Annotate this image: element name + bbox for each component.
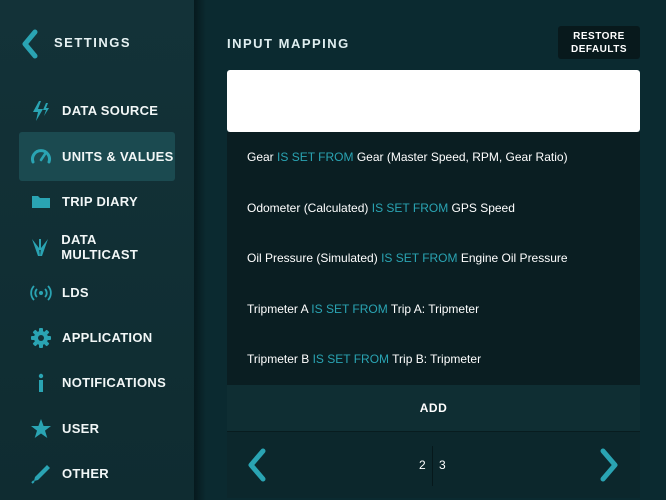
sidebar-item-lds[interactable]: LDS <box>19 268 175 317</box>
star-icon <box>19 404 62 453</box>
broadcast-icon <box>19 268 62 317</box>
sidebar-item-label: LDS <box>62 285 89 300</box>
sidebar-item-label: USER <box>62 421 100 436</box>
mapping-list: Gear IS SET FROM Gear (Master Speed, RPM… <box>227 132 640 385</box>
restore-label-line1: RESTORE <box>573 30 625 42</box>
mapping-keyword: IS SET FROM <box>312 352 390 366</box>
mapping-target: Tripmeter B <box>247 352 310 366</box>
mapping-keyword: IS SET FROM <box>311 302 388 316</box>
sidebar-item-application[interactable]: APPLICATION <box>19 313 175 362</box>
chevron-left-icon[interactable] <box>245 447 269 483</box>
sidebar-item-label: APPLICATION <box>62 330 153 345</box>
sidebar-item-trip-diary[interactable]: TRIP DIARY <box>19 177 175 226</box>
folder-icon <box>19 177 62 226</box>
list-item[interactable]: Odometer (Calculated) IS SET FROM GPS Sp… <box>227 183 640 233</box>
mapping-source: Trip B: Tripmeter <box>392 352 482 366</box>
mapping-keyword: IS SET FROM <box>277 150 354 164</box>
sidebar-item-label: NOTIFICATIONS <box>62 375 167 390</box>
sidebar-item-label: DATA SOURCE <box>62 103 159 118</box>
sidebar-item-data-multicast[interactable]: DATA MULTICAST <box>19 222 175 271</box>
pen-icon <box>19 449 62 498</box>
sidebar-item-label: DATA MULTICAST <box>61 231 139 262</box>
mapping-target: Tripmeter A <box>247 302 308 316</box>
sidebar-item-units-values[interactable]: UNITS & VALUES <box>19 132 175 181</box>
sidebar-item-other[interactable]: OTHER <box>19 449 175 498</box>
list-item[interactable]: Gear IS SET FROM Gear (Master Speed, RPM… <box>227 132 640 182</box>
chevron-right-icon[interactable] <box>597 447 621 483</box>
mapping-target: Odometer (Calculated) <box>247 201 369 215</box>
search-input[interactable] <box>227 70 640 132</box>
sidebar-title: SETTINGS <box>54 35 132 50</box>
sidebar-item-data-source[interactable]: DATA SOURCE <box>19 86 175 135</box>
mapping-keyword: IS SET FROM <box>381 251 458 265</box>
sidebar-item-label: UNITS & VALUES <box>62 149 174 164</box>
gear-icon <box>19 313 62 362</box>
info-icon <box>19 358 62 407</box>
multicast-icon <box>19 222 61 271</box>
back-arrow-icon[interactable] <box>20 29 40 59</box>
pager-divider <box>432 446 433 486</box>
mapping-source: Engine Oil Pressure <box>460 251 568 265</box>
list-item[interactable]: Oil Pressure (Simulated) IS SET FROM Eng… <box>227 233 640 283</box>
mapping-source: GPS Speed <box>451 201 515 215</box>
page-title: INPUT MAPPING <box>227 36 350 51</box>
mapping-keyword: IS SET FROM <box>371 201 449 215</box>
mapping-target: Oil Pressure (Simulated) <box>247 251 378 265</box>
restore-defaults-button[interactable]: RESTORE DEFAULTS <box>558 26 640 59</box>
sidebar: SETTINGS DATA SOURCE UNITS & VALUES TRIP… <box>0 0 194 500</box>
gauge-icon <box>19 132 62 181</box>
list-item[interactable]: Tripmeter B IS SET FROM Trip B: Tripmete… <box>227 334 640 384</box>
mapping-source: Gear (Master Speed, RPM, Gear Ratio) <box>356 150 568 164</box>
mapping-target: Gear <box>247 150 274 164</box>
mapping-source: Trip A: Tripmeter <box>390 302 480 316</box>
page-number[interactable]: 2 <box>419 458 426 472</box>
sidebar-item-label: TRIP DIARY <box>62 194 138 209</box>
restore-label-line2: DEFAULTS <box>570 43 628 55</box>
pager: 2 3 <box>227 431 640 498</box>
sidebar-item-label: OTHER <box>62 466 109 481</box>
sidebar-item-user[interactable]: USER <box>19 404 175 453</box>
page-number[interactable]: 3 <box>439 458 446 472</box>
sidebar-item-notifications[interactable]: NOTIFICATIONS <box>19 358 175 407</box>
list-item[interactable]: Tripmeter A IS SET FROM Trip A: Tripmete… <box>227 284 640 334</box>
lightning-icon <box>19 86 62 135</box>
add-button[interactable]: ADD <box>227 385 640 431</box>
sidebar-divider <box>194 0 206 500</box>
